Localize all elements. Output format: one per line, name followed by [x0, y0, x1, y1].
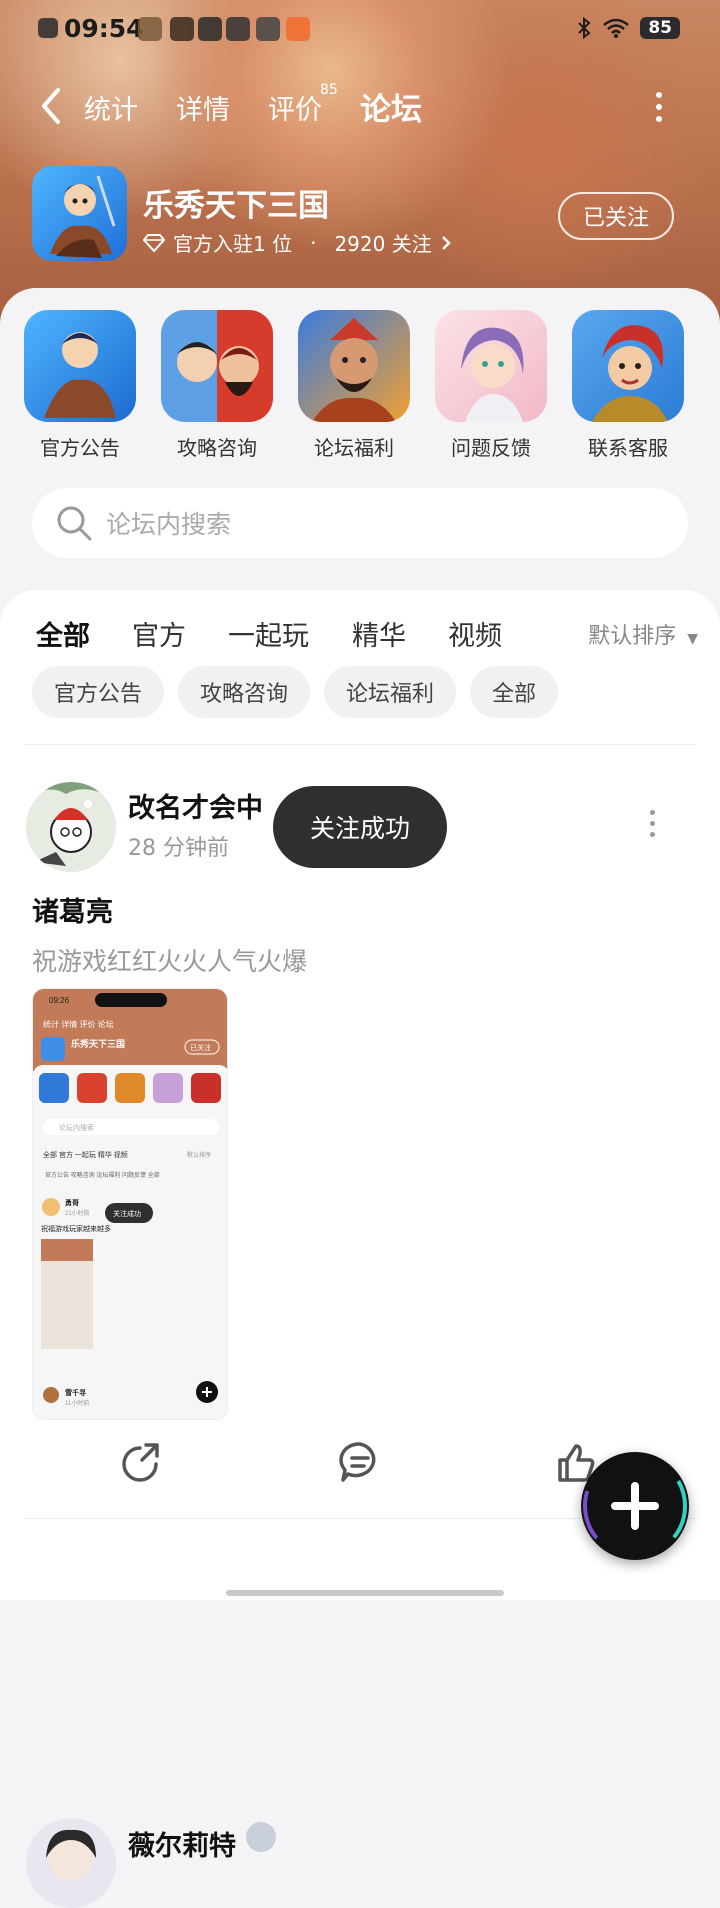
kuaishou-icon: [286, 17, 310, 41]
post-feed: 全部 官方 一起玩 精华 视频 默认排序 ▼ 官方公告 攻略咨询 论坛福利 全部: [0, 590, 720, 1908]
meta-separator: ·: [310, 230, 317, 255]
feed-tab-all[interactable]: 全部: [36, 614, 90, 654]
thumb-follow: 已关注: [190, 1043, 211, 1052]
category-image: [161, 310, 273, 422]
category-feedback[interactable]: 问题反馈: [435, 310, 547, 461]
post-body[interactable]: 祝游戏红红火火人气火爆: [32, 942, 307, 978]
thumb-chips: 官方公告 攻略咨询 论坛福利 问题反馈 全部: [45, 1171, 160, 1179]
reviews-count-badge: 85: [320, 82, 338, 98]
notification-icon: [38, 18, 58, 38]
follow-button[interactable]: 已关注: [558, 192, 674, 240]
forum-sheet: 官方公告 攻略咨询 论坛福利 问题反馈 联系客服 论坛内搜索 全部 官方 一起玩…: [0, 288, 720, 1908]
category-label: 问题反馈: [451, 436, 531, 460]
app-notification-icon: [138, 17, 162, 41]
category-strategy[interactable]: 攻略咨询: [161, 310, 273, 461]
thumb-sort: 默认排序: [187, 1151, 211, 1159]
feed-tabs: 全部 官方 一起玩 精华 视频 默认排序 ▼: [0, 610, 720, 660]
tab-reviews[interactable]: 评价: [268, 88, 322, 127]
thumb-time: 09:26: [49, 996, 70, 1005]
battery-indicator: 85: [640, 17, 680, 39]
video-icon: [198, 17, 222, 41]
thumb-time-ago: 21小时前: [65, 1209, 90, 1217]
search-placeholder: 论坛内搜索: [106, 510, 232, 539]
followers-count: 2920 关注: [334, 232, 432, 256]
feed-tab-video[interactable]: 视频: [448, 614, 502, 653]
back-arrow-icon[interactable]: [36, 86, 70, 126]
category-image: [572, 310, 684, 422]
create-post-button[interactable]: [581, 1452, 689, 1560]
category-image: [298, 310, 410, 422]
toast-message: 关注成功: [273, 786, 447, 868]
divider: [24, 744, 696, 745]
category-label: 官方公告: [40, 436, 120, 460]
avatar[interactable]: [26, 782, 116, 872]
official-count: 官方入驻1 位: [173, 232, 293, 256]
home-indicator[interactable]: [226, 1590, 504, 1596]
chip-official-announcement[interactable]: 官方公告: [32, 666, 165, 718]
top-nav: 统计 详情 评价 85 论坛: [0, 82, 720, 132]
app-meta[interactable]: 官方入驻1 位 · 2920 关注: [143, 228, 452, 257]
chip-welfare[interactable]: 论坛福利: [324, 666, 457, 718]
post-time: 28 分钟前: [128, 836, 229, 861]
app-notification-icon: [170, 17, 194, 41]
thumb-search: 论坛内搜索: [59, 1123, 94, 1132]
comment-icon[interactable]: [338, 1440, 382, 1484]
plus-icon: [583, 1454, 687, 1558]
app-header: 乐秀天下三国 官方入驻1 位 · 2920 关注 已关注: [32, 166, 692, 266]
sort-label: 默认排序: [588, 624, 677, 649]
thumb-toast: 关注成功: [113, 1209, 141, 1218]
chevron-right-icon: [441, 235, 451, 250]
forum-search-bar[interactable]: 论坛内搜索: [32, 488, 688, 558]
chip-strategy[interactable]: 攻略咨询: [178, 666, 311, 718]
status-bar: 09:54 85: [0, 0, 720, 58]
screenshot-preview: 09:26 统计 详情 评价 论坛 乐秀天下三国 已关注 论坛内搜索 全部 官方…: [33, 989, 227, 1419]
post-image-thumbnail[interactable]: 09:26 统计 详情 评价 论坛 乐秀天下三国 已关注 论坛内搜索 全部 官方…: [32, 988, 228, 1420]
thumb-feed-tabs: 全部 官方 一起玩 精华 视频: [43, 1150, 128, 1159]
category-row: 官方公告 攻略咨询 论坛福利 问题反馈 联系客服: [24, 310, 704, 470]
app-title: 乐秀天下三国: [143, 188, 329, 224]
diamond-icon: [143, 233, 165, 252]
thumb-app-name: 乐秀天下三国: [71, 1038, 125, 1049]
tiktok-icon: [226, 17, 250, 41]
tab-forum[interactable]: 论坛: [360, 84, 422, 129]
tab-stats[interactable]: 统计: [84, 88, 138, 127]
subcategory-chips: 官方公告 攻略咨询 论坛福利 全部: [32, 666, 559, 718]
more-options-icon[interactable]: [656, 92, 664, 124]
category-label: 论坛福利: [314, 436, 394, 460]
tab-details[interactable]: 详情: [176, 88, 230, 127]
post-author[interactable]: 改名才会中: [128, 786, 278, 825]
avatar[interactable]: [26, 1818, 116, 1908]
category-official-announcement[interactable]: 官方公告: [24, 310, 136, 461]
category-welfare[interactable]: 论坛福利: [298, 310, 410, 461]
chip-all[interactable]: 全部: [470, 666, 559, 718]
bluetooth-icon: [578, 16, 591, 40]
post-more-icon[interactable]: [650, 810, 658, 837]
thumb-time2: 11小时前: [65, 1399, 89, 1407]
feed-tab-official[interactable]: 官方: [132, 614, 186, 653]
feed-tab-play-together[interactable]: 一起玩: [228, 614, 309, 653]
post-title[interactable]: 诸葛亮: [32, 890, 113, 929]
verified-badge-icon: [246, 1822, 276, 1852]
category-label: 攻略咨询: [177, 436, 257, 460]
thumb-author2: 雪千寻: [65, 1388, 86, 1397]
dropdown-arrow-icon: ▼: [687, 631, 698, 647]
app-logo: [32, 166, 127, 261]
sort-dropdown[interactable]: 默认排序 ▼: [588, 618, 698, 650]
thumb-author: 勇哥: [65, 1198, 79, 1207]
category-image: [24, 310, 136, 422]
status-time: 09:54: [64, 14, 144, 43]
category-image: [435, 310, 547, 422]
wifi-icon: [603, 18, 630, 38]
thumb-body: 祝福游戏玩家越来越多: [41, 1224, 111, 1233]
category-contact-support[interactable]: 联系客服: [572, 310, 684, 461]
app-notification-icon: [256, 17, 280, 41]
feed-tab-featured[interactable]: 精华: [352, 614, 406, 653]
search-icon: [57, 506, 92, 541]
share-icon[interactable]: [118, 1440, 162, 1484]
category-label: 联系客服: [588, 436, 668, 460]
thumb-tabs: 统计 详情 评价 论坛: [43, 1019, 114, 1029]
